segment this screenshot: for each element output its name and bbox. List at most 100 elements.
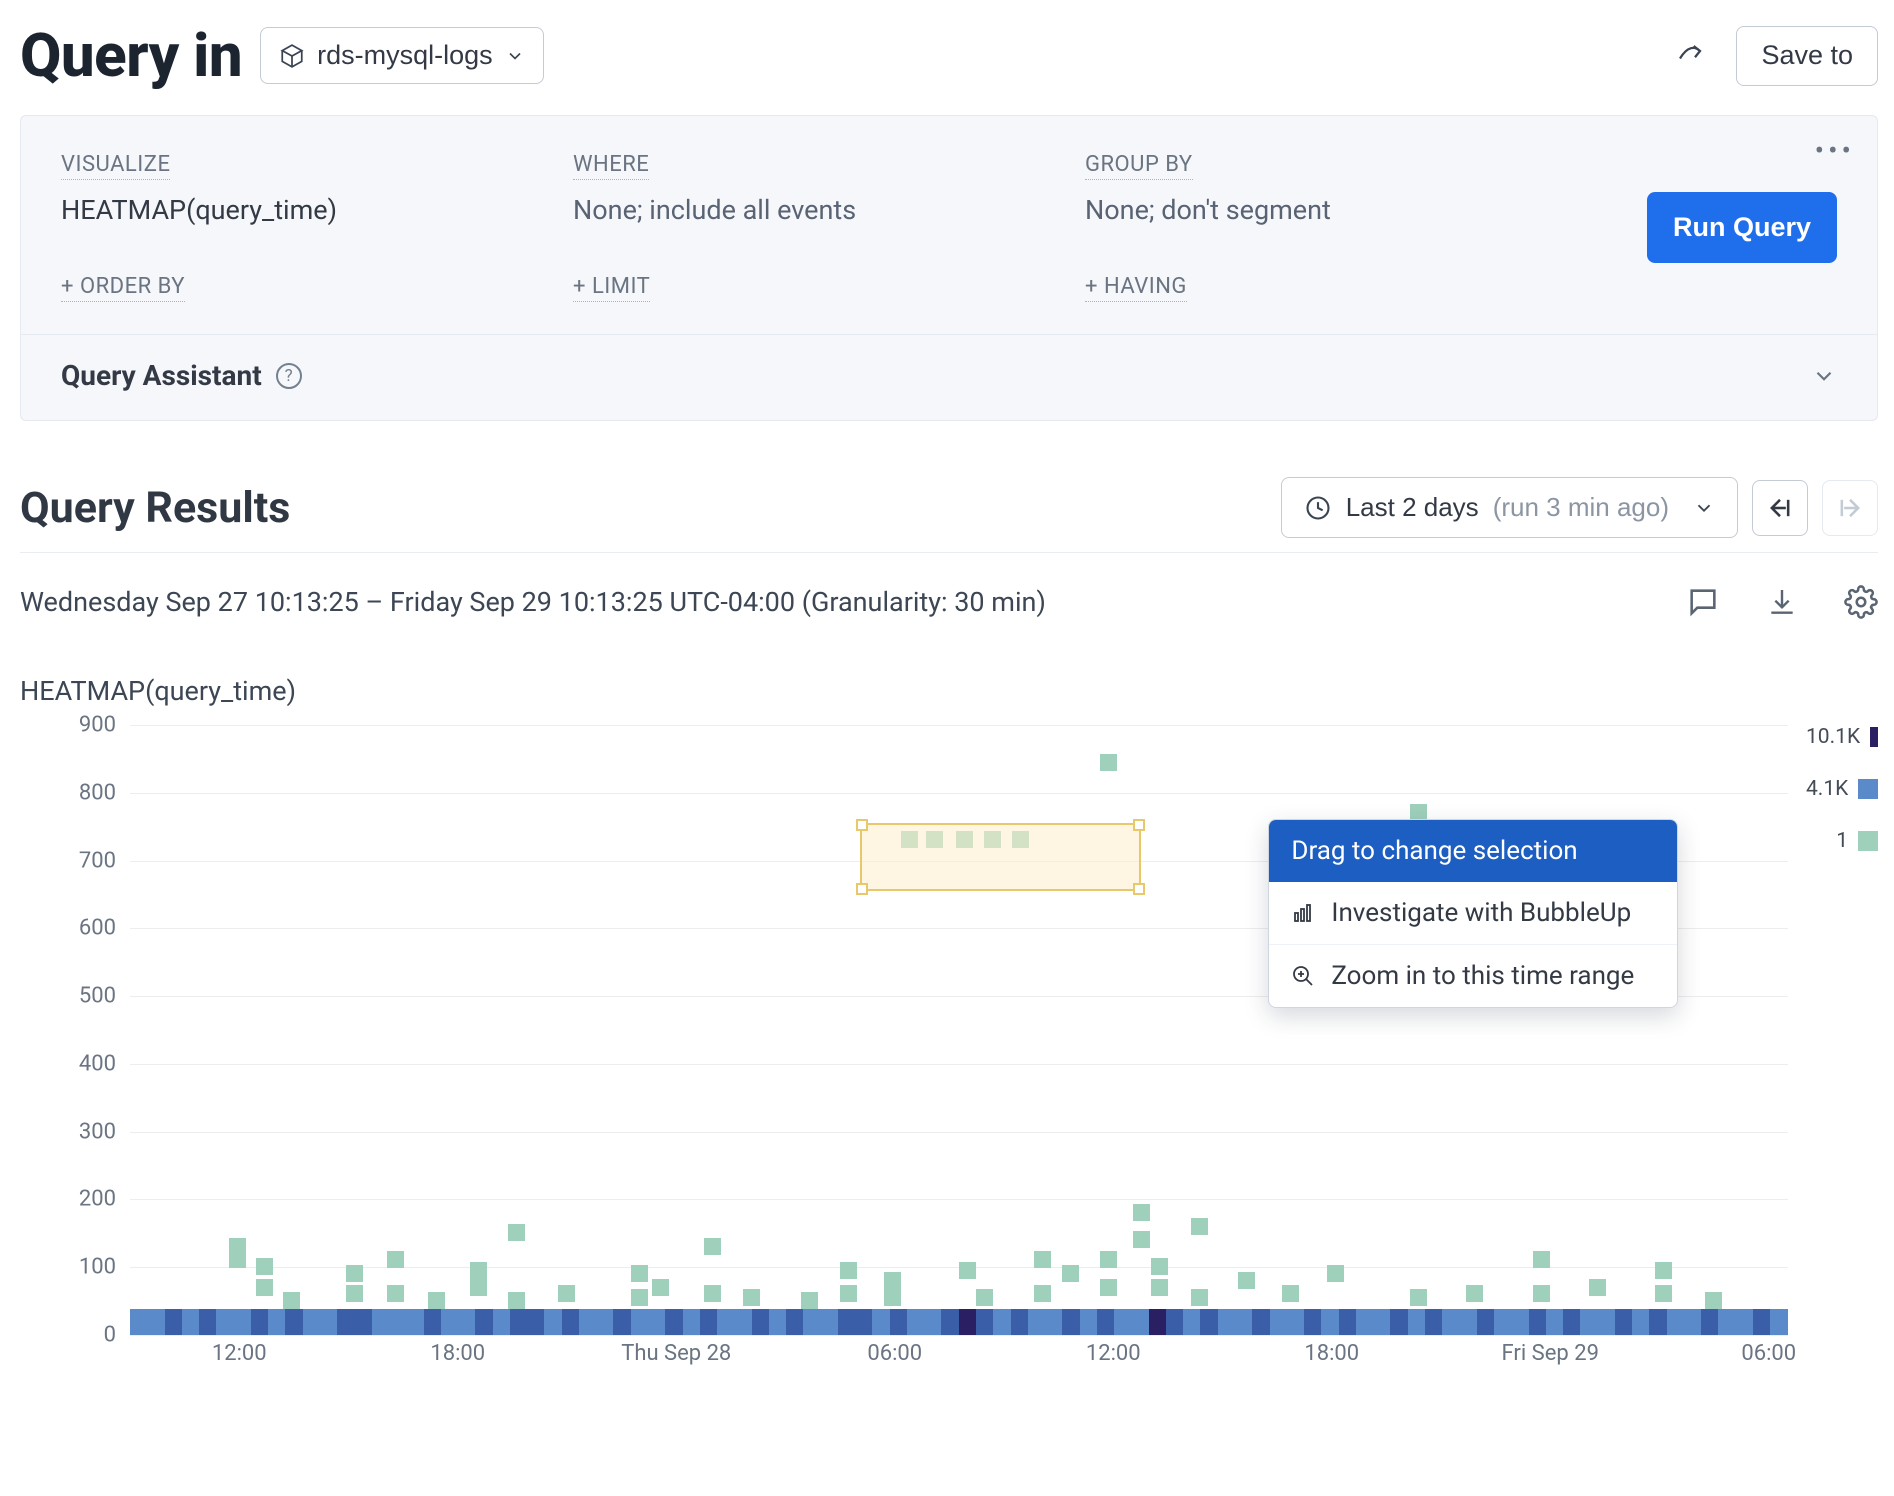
- heatmap-cell: [558, 1285, 575, 1302]
- heatmap-cell: [1100, 1279, 1117, 1296]
- where-label: WHERE: [573, 152, 649, 180]
- x-tick: 06:00: [867, 1341, 922, 1366]
- y-tick: 300: [79, 1119, 130, 1144]
- y-tick: 700: [79, 848, 130, 873]
- x-tick: 12:00: [212, 1341, 267, 1366]
- heatmap-cell: [387, 1251, 404, 1268]
- color-legend: 10.1K4.1K1: [1788, 725, 1878, 1335]
- selection-handle[interactable]: [1133, 819, 1145, 831]
- heatmap-cell: [1191, 1218, 1208, 1235]
- heatmap-cell: [229, 1238, 246, 1255]
- heatmap-base-band: [130, 1309, 1788, 1335]
- heatmap-cell: [346, 1265, 363, 1282]
- selection-handle[interactable]: [1133, 883, 1145, 895]
- dataset-name: rds-mysql-logs: [317, 40, 493, 71]
- chevron-down-icon: [505, 46, 525, 66]
- x-tick: 06:00: [1741, 1341, 1796, 1366]
- order-by-add[interactable]: + ORDER BY: [61, 274, 185, 302]
- chevron-down-icon: [1811, 363, 1837, 389]
- heatmap-cell: [801, 1292, 818, 1309]
- clock-icon: [1304, 494, 1332, 522]
- legend-row: 4.1K: [1806, 777, 1878, 801]
- having-add[interactable]: + HAVING: [1085, 274, 1187, 302]
- time-range-select[interactable]: Last 2 days (run 3 min ago): [1281, 477, 1738, 538]
- heatmap-cell: [631, 1289, 648, 1306]
- heatmap-cell: [470, 1279, 487, 1296]
- heatmap-cell: [1151, 1258, 1168, 1275]
- settings-icon[interactable]: [1844, 585, 1878, 619]
- heatmap-cell: [1133, 1231, 1150, 1248]
- heatmap-chart[interactable]: 0100200300400500600700800900 10.1K4.1K1 …: [20, 725, 1878, 1335]
- heatmap-cell: [1133, 1204, 1150, 1221]
- heatmap-cell: [704, 1238, 721, 1255]
- groupby-value: None; don't segment: [1085, 194, 1557, 226]
- heatmap-cell: [840, 1262, 857, 1279]
- x-tick: 12:00: [1086, 1341, 1141, 1366]
- visualize-clause[interactable]: VISUALIZE HEATMAP(query_time) + ORDER BY: [61, 152, 533, 302]
- x-tick: Fri Sep 29: [1502, 1341, 1599, 1366]
- heatmap-cell: [1705, 1292, 1722, 1309]
- y-tick: 500: [79, 984, 130, 1009]
- x-tick: Thu Sep 28: [621, 1341, 731, 1366]
- heatmap-cell: [256, 1258, 273, 1275]
- y-tick: 0: [104, 1323, 130, 1348]
- results-header: Query Results Last 2 days (run 3 min ago…: [20, 477, 1878, 538]
- chart-title: HEATMAP(query_time): [20, 675, 1878, 707]
- legend-row: 10.1K: [1806, 725, 1878, 749]
- time-range-label: Last 2 days: [1346, 492, 1479, 523]
- heatmap-cell: [976, 1289, 993, 1306]
- heatmap-cell: [283, 1292, 300, 1309]
- header: Query in rds-mysql-logs Save to: [20, 20, 1878, 91]
- x-tick: 18:00: [430, 1341, 485, 1366]
- selection-box[interactable]: [860, 823, 1142, 891]
- heatmap-cell: [840, 1285, 857, 1302]
- heatmap-cell: [428, 1292, 445, 1309]
- heatmap-cell: [884, 1289, 901, 1306]
- selection-handle[interactable]: [856, 819, 868, 831]
- heatmap-cell: [743, 1289, 760, 1306]
- run-cell: Run Query: [1647, 192, 1837, 263]
- heatmap-cell: [1034, 1251, 1051, 1268]
- dataset-select[interactable]: rds-mysql-logs: [260, 27, 544, 84]
- heatmap-cell: [652, 1279, 669, 1296]
- panel-menu-button[interactable]: •••: [1815, 134, 1855, 167]
- selection-handle[interactable]: [856, 883, 868, 895]
- where-value: None; include all events: [573, 194, 1045, 226]
- heatmap-cell: [1100, 754, 1117, 771]
- comment-icon[interactable]: [1686, 585, 1720, 619]
- heatmap-cell: [1151, 1279, 1168, 1296]
- heatmap-cell: [631, 1265, 648, 1282]
- heatmap-cell: [1282, 1285, 1299, 1302]
- heatmap-cell: [346, 1285, 363, 1302]
- groupby-label: GROUP BY: [1085, 152, 1193, 180]
- query-assistant-row[interactable]: Query Assistant ?: [21, 334, 1877, 420]
- time-forward-button[interactable]: [1822, 480, 1878, 536]
- groupby-clause[interactable]: GROUP BY None; don't segment + HAVING: [1085, 152, 1557, 302]
- heatmap-cell: [1466, 1285, 1483, 1302]
- help-icon[interactable]: ?: [276, 363, 302, 389]
- heatmap-cell: [1100, 1251, 1117, 1268]
- popup-item-bubbleup[interactable]: Investigate with BubbleUp: [1269, 882, 1677, 944]
- save-button[interactable]: Save to: [1736, 26, 1878, 86]
- heatmap-cell: [1655, 1285, 1672, 1302]
- y-tick: 900: [79, 713, 130, 738]
- x-axis: 12:00 18:00 Thu Sep 28 06:00 12:00 18:00 Fri S…: [130, 1335, 1878, 1381]
- run-query-button[interactable]: Run Query: [1647, 192, 1837, 263]
- x-tick: 18:00: [1304, 1341, 1359, 1366]
- time-range-text: Wednesday Sep 27 10:13:25 – Friday Sep 2…: [20, 586, 1046, 618]
- y-tick: 400: [79, 1051, 130, 1076]
- heatmap-cell: [508, 1292, 525, 1309]
- popup-header: Drag to change selection: [1269, 820, 1677, 882]
- share-button[interactable]: [1662, 28, 1718, 84]
- heatmap-cell: [1238, 1272, 1255, 1289]
- limit-add[interactable]: + LIMIT: [573, 274, 650, 302]
- time-range-sub: (run 3 min ago): [1493, 492, 1669, 523]
- popup-item-zoom[interactable]: Zoom in to this time range: [1269, 944, 1677, 1007]
- visualize-label: VISUALIZE: [61, 152, 170, 180]
- y-tick: 200: [79, 1187, 130, 1212]
- time-back-button[interactable]: [1752, 480, 1808, 536]
- results-title: Query Results: [20, 483, 290, 533]
- where-clause[interactable]: WHERE None; include all events + LIMIT: [573, 152, 1045, 302]
- y-tick: 800: [79, 780, 130, 805]
- download-icon[interactable]: [1766, 586, 1798, 618]
